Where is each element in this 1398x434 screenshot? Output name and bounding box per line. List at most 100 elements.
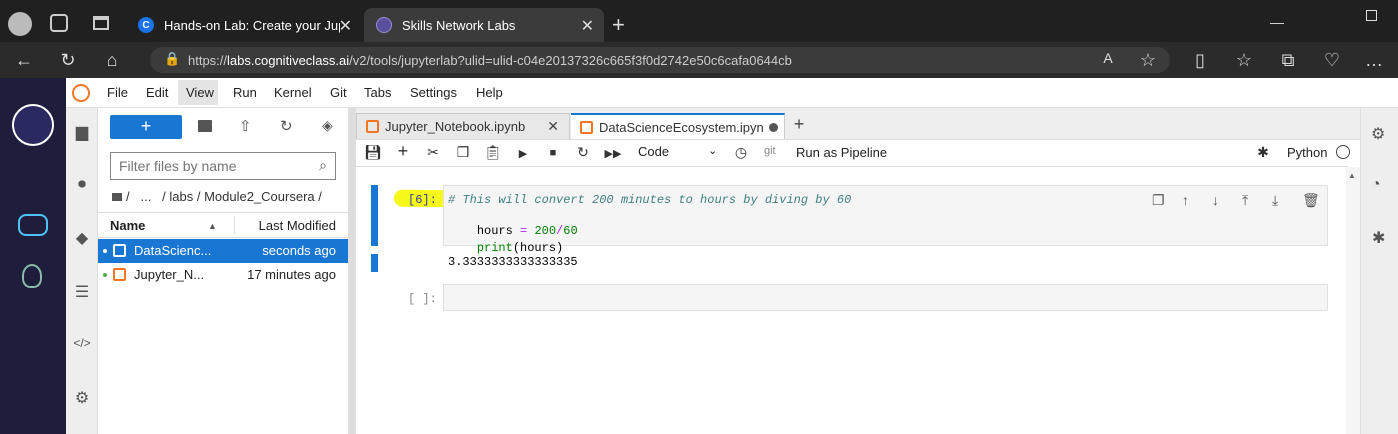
- browser-tab-hands-on-lab[interactable]: C Hands-on Lab: Create your Jupyt ✕: [126, 8, 362, 42]
- empty-code-cell-editor[interactable]: [443, 284, 1328, 311]
- home-icon[interactable]: ⌂: [100, 50, 124, 71]
- run-as-pipeline-button[interactable]: Run as Pipeline: [796, 145, 887, 160]
- column-name[interactable]: Name: [110, 218, 145, 233]
- tab-title: Skills Network Labs: [402, 17, 516, 33]
- more-icon[interactable]: …: [1362, 50, 1386, 71]
- split-screen-icon[interactable]: ▯: [1188, 50, 1212, 71]
- duplicate-icon[interactable]: ❐: [1152, 192, 1165, 209]
- debugger-bug-icon[interactable]: ✱: [1254, 144, 1272, 161]
- file-filter-input[interactable]: ⌕: [110, 152, 336, 180]
- insert-above-icon[interactable]: ⤒: [1242, 192, 1248, 209]
- save-icon[interactable]: 💾︎: [364, 144, 382, 161]
- maximize-icon[interactable]: [1366, 10, 1377, 21]
- resource-usage-gauge-icon[interactable]: ◔: [1371, 176, 1381, 194]
- menu-git[interactable]: Git: [330, 85, 347, 100]
- file-list-header: Name ▲ Last Modified: [98, 212, 348, 238]
- new-launcher-button[interactable]: +: [110, 115, 182, 139]
- git-label[interactable]: git: [764, 145, 776, 157]
- paste-icon[interactable]: 📋︎: [484, 144, 502, 161]
- fast-forward-icon[interactable]: ▶▶: [604, 147, 622, 160]
- add-tab-icon[interactable]: +: [788, 115, 810, 135]
- run-icon[interactable]: ▶: [514, 147, 532, 160]
- close-icon[interactable]: ✕: [581, 16, 594, 36]
- new-folder-icon[interactable]: [198, 120, 212, 132]
- tab-jupyter-notebook[interactable]: Jupyter_Notebook.ipynb ✕: [356, 113, 570, 139]
- restart-icon[interactable]: ↻: [574, 144, 592, 161]
- breadcrumb: / ... / labs / Module2_Coursera /: [112, 189, 322, 204]
- scroll-up-icon[interactable]: ▲: [1348, 171, 1356, 180]
- scrollbar[interactable]: ▲: [1346, 167, 1360, 434]
- lightbulb-icon[interactable]: [22, 264, 42, 288]
- refresh-icon[interactable]: ↻: [56, 50, 80, 71]
- unsaved-dot-icon[interactable]: [769, 123, 778, 132]
- property-inspector-icon[interactable]: ⚙: [1371, 124, 1385, 144]
- close-icon[interactable]: ✕: [547, 118, 559, 135]
- breadcrumb-root[interactable]: /: [126, 189, 130, 204]
- back-icon[interactable]: ←: [12, 50, 36, 71]
- git-clone-icon[interactable]: ◈: [322, 117, 333, 134]
- code-icon[interactable]: </>: [72, 336, 92, 350]
- add-cell-icon[interactable]: +: [394, 141, 412, 162]
- skills-network-favicon-icon: [376, 17, 392, 33]
- favorites-icon[interactable]: ☆: [1232, 50, 1256, 71]
- tab-actions-icon[interactable]: [93, 16, 109, 30]
- skills-network-sidebar: [0, 78, 66, 434]
- extensions-icon[interactable]: ⚙: [72, 388, 92, 408]
- file-modified: seconds ago: [262, 243, 336, 258]
- chat-icon[interactable]: [18, 214, 48, 236]
- clock-icon[interactable]: ◷: [732, 144, 750, 161]
- debugger-bug-icon[interactable]: ✱: [1372, 228, 1385, 248]
- table-of-contents-icon[interactable]: ☰: [72, 282, 92, 302]
- collections-icon[interactable]: ⧉: [1276, 50, 1300, 71]
- skills-network-logo-icon[interactable]: [12, 104, 54, 146]
- menu-tabs[interactable]: Tabs: [364, 85, 391, 100]
- delete-icon[interactable]: 🗑︎: [1302, 192, 1320, 209]
- favorite-star-icon[interactable]: ☆: [1136, 50, 1160, 71]
- column-last-modified[interactable]: Last Modified: [259, 218, 336, 233]
- close-icon[interactable]: ✕: [339, 16, 352, 36]
- profile-avatar[interactable]: [8, 12, 32, 36]
- code-token: 60: [563, 224, 578, 238]
- move-down-icon[interactable]: ↓: [1212, 192, 1219, 208]
- output-collapser-bar[interactable]: [371, 254, 378, 272]
- url-field[interactable]: 🔒 https://labs.cognitiveclass.ai/v2/tool…: [150, 47, 1170, 73]
- tab-title: Jupyter_Notebook.ipynb: [385, 119, 526, 134]
- breadcrumb-path[interactable]: / labs / Module2_Coursera /: [162, 189, 322, 204]
- kernel-status-icon: [1336, 145, 1350, 159]
- menu-settings[interactable]: Settings: [410, 85, 457, 100]
- browser-tab-skills-network[interactable]: Skills Network Labs ✕: [364, 8, 604, 42]
- new-tab-icon[interactable]: +: [612, 12, 625, 38]
- cut-icon[interactable]: ✂: [424, 144, 442, 161]
- stop-icon[interactable]: ■: [544, 147, 562, 159]
- copy-icon[interactable]: ❐: [454, 144, 472, 161]
- menu-help[interactable]: Help: [476, 85, 503, 100]
- sort-caret-icon: ▲: [208, 221, 217, 231]
- refresh-icon[interactable]: ↻: [280, 117, 293, 135]
- insert-below-icon[interactable]: ⤓: [1272, 192, 1278, 209]
- panel-splitter[interactable]: [348, 108, 356, 434]
- file-row-jupyter-notebook[interactable]: Jupyter_N... 17 minutes ago: [98, 263, 348, 287]
- kernel-name[interactable]: Python: [1287, 145, 1327, 160]
- tab-datascience-ecosystem[interactable]: DataScienceEcosystem.ipyn: [571, 113, 785, 139]
- code-token: print: [476, 241, 513, 255]
- performance-icon[interactable]: ♡: [1320, 50, 1344, 71]
- menu-file[interactable]: File: [107, 85, 128, 100]
- menu-run[interactable]: Run: [233, 85, 257, 100]
- folder-icon[interactable]: [112, 193, 122, 201]
- cell-type-select[interactable]: Code ⌄: [638, 144, 718, 159]
- menu-kernel[interactable]: Kernel: [274, 85, 312, 100]
- menu-view[interactable]: View: [186, 85, 214, 100]
- upload-icon[interactable]: ⇧: [239, 117, 252, 135]
- code-token: (hours): [512, 241, 564, 255]
- breadcrumb-ellipsis[interactable]: ...: [140, 189, 151, 204]
- running-kernels-icon[interactable]: ⏺: [72, 176, 92, 194]
- file-row-datascience[interactable]: DataScienc... seconds ago: [98, 239, 348, 263]
- filter-input[interactable]: [119, 154, 309, 178]
- minimize-icon[interactable]: —: [1270, 14, 1284, 30]
- workspaces-icon[interactable]: [50, 14, 68, 32]
- folder-icon[interactable]: ▆: [72, 122, 92, 142]
- read-aloud-icon[interactable]: A: [1096, 50, 1120, 66]
- git-icon[interactable]: ◆: [72, 228, 92, 248]
- move-up-icon[interactable]: ↑: [1182, 192, 1189, 208]
- menu-edit[interactable]: Edit: [146, 85, 168, 100]
